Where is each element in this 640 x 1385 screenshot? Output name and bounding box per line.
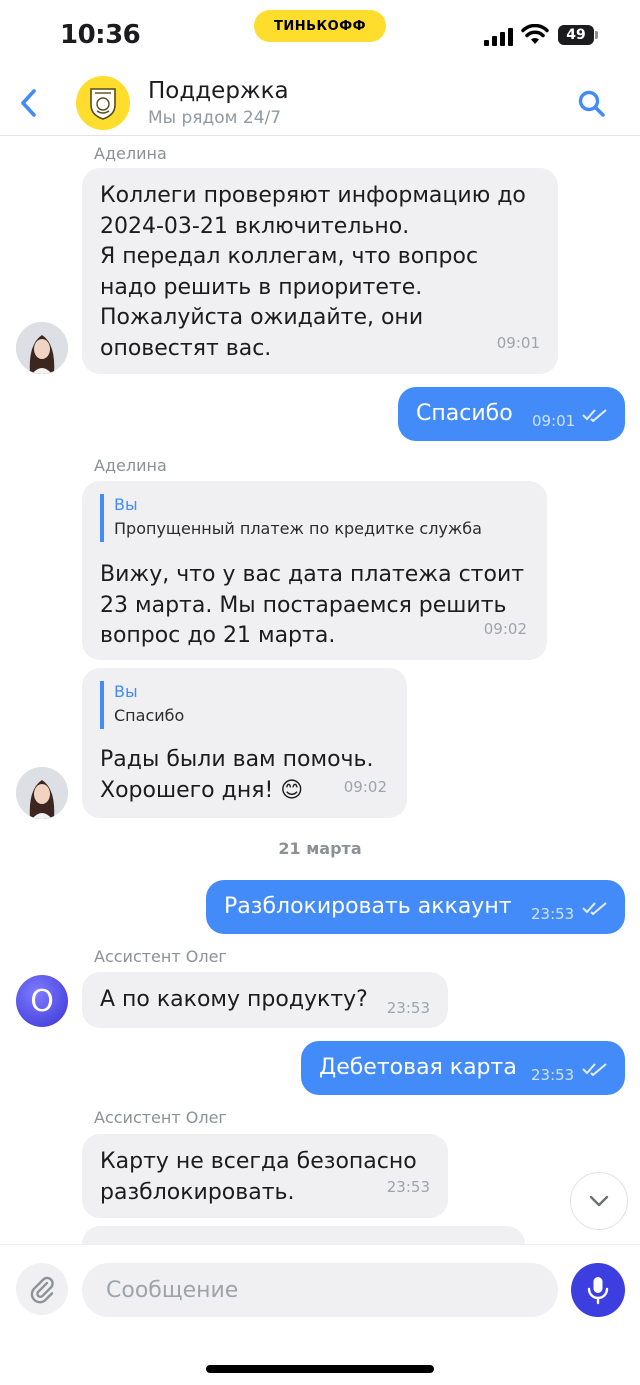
message-time: 09:02 [483,619,527,638]
chat-header: Поддержка Мы рядом 24/7 [0,70,640,136]
message-text: Дебетовая карта [319,1055,517,1080]
message-text: Карту не всегда безопасно разблокировать… [100,1149,417,1205]
sender-name: Аделина [94,144,167,163]
bank-logo-icon[interactable] [76,76,130,130]
chat-title: Поддержка [148,78,289,104]
incoming-message[interactable]: Вы Пропущенный платеж по кредитке служба… [82,481,547,660]
outgoing-message[interactable]: Спасибо 09:01 [398,387,625,441]
chat-subtitle: Мы рядом 24/7 [148,108,282,128]
message-text: Рады были вам помочь. Хорошего дня! 😊 [100,747,374,803]
quote-author: Вы [114,682,138,701]
home-indicator [206,1365,434,1373]
quote-text: Спасибо [114,706,185,725]
assistant-avatar[interactable]: O [16,975,68,1027]
message-time: 23:53 [386,999,430,1017]
incoming-message[interactable]: Карту не всегда безопасно разблокировать… [82,1134,448,1218]
attach-button[interactable] [16,1263,68,1315]
battery-indicator: 49 [558,25,598,45]
incoming-message[interactable]: А по какому продукту? 23:53 [82,972,448,1028]
message-text: А по какому продукту? [100,987,368,1012]
message-time: 09:02 [343,777,387,796]
incoming-message[interactable]: Коллеги проверяют информацию до 2024-03-… [82,168,558,374]
double-check-icon [582,902,607,915]
message-time: 09:01 [496,333,540,352]
message-text: Вижу, что у вас дата платежа стоит 23 ма… [100,562,525,648]
incoming-message[interactable]: Вы Спасибо Рады были вам помочь. Хорошег… [82,668,407,818]
status-bar: 10:36 ТИНЬКОФФ 49 [0,0,640,70]
sender-name: Ассистент Олег [94,1108,227,1127]
sender-name: Аделина [94,456,167,475]
double-check-icon [582,1063,607,1076]
wifi-icon [521,24,549,44]
double-check-icon [582,409,607,422]
search-icon[interactable] [574,86,610,122]
message-input[interactable] [82,1263,558,1317]
message-time: 23:53 [386,1177,430,1196]
agent-avatar[interactable] [16,322,68,374]
date-separator: 21 марта [278,839,362,858]
status-time: 10:36 [60,20,141,50]
message-text: Разблокировать аккаунт [224,894,512,919]
message-text: Коллеги проверяют информацию до 2024-03-… [100,183,526,361]
paperclip-icon [30,1276,54,1304]
message-text: Спасибо [416,401,513,426]
message-composer [0,1244,640,1385]
quote-text: Пропущенный платеж по кредитке служба [114,519,482,538]
reply-quote[interactable]: Вы Спасибо [100,681,380,729]
message-time: 09:01 [532,412,576,430]
microphone-icon [587,1277,609,1305]
signal-icon [484,28,513,46]
voice-record-button[interactable] [571,1263,625,1317]
brand-pill: ТИНЬКОФФ [254,10,386,42]
back-arrow-icon[interactable] [14,84,44,122]
scroll-down-button[interactable] [570,1172,628,1230]
outgoing-message[interactable]: Разблокировать аккаунт 23:53 [206,880,625,934]
message-time: 23:53 [531,905,575,923]
sender-name: Ассистент Олег [94,947,227,966]
chevron-down-icon [589,1195,609,1207]
outgoing-message[interactable]: Дебетовая карта 23:53 [301,1041,625,1095]
message-time: 23:53 [531,1066,575,1084]
quote-author: Вы [114,495,138,514]
agent-avatar[interactable] [16,767,68,819]
reply-quote[interactable]: Вы Пропущенный платеж по кредитке служба [100,494,522,542]
